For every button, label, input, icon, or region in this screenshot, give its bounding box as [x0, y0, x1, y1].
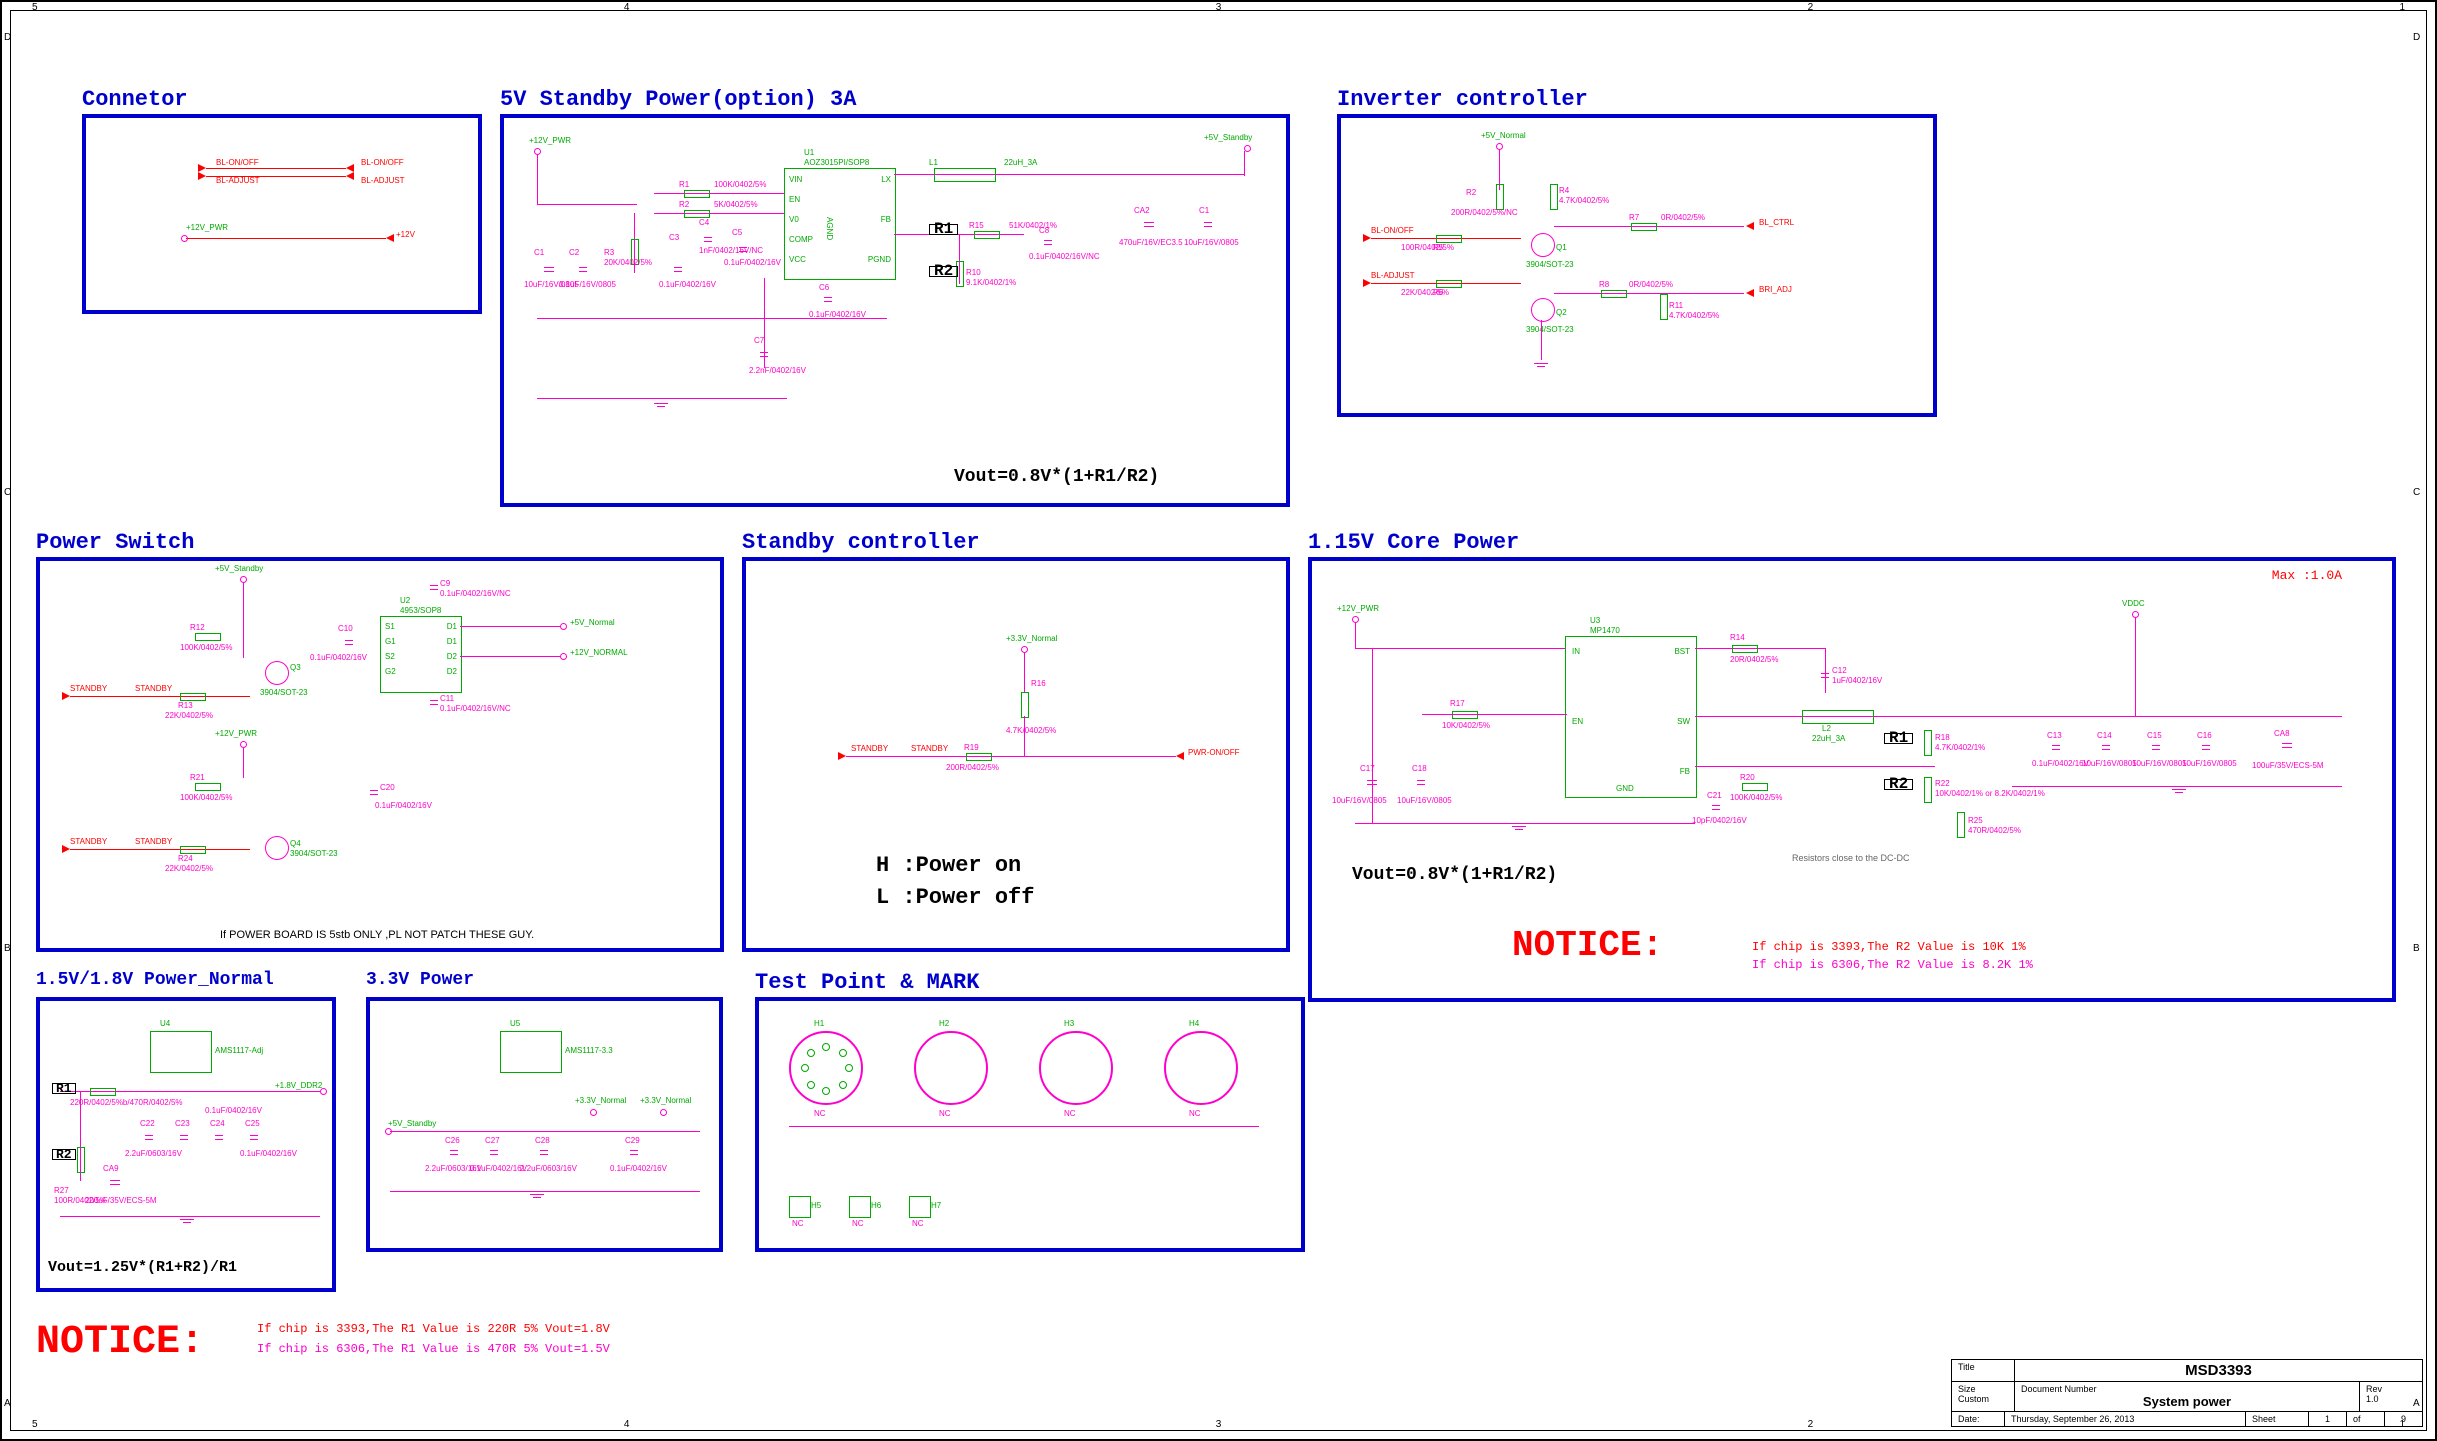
p1518-block: U4 AMS1117-Adj R1 220R/0402/5%b/470R/040…: [36, 997, 336, 1292]
standbyctrl-block: +3.3V_Normal R16 4.7K/0402/5% STANDBY ST…: [742, 557, 1290, 952]
ruler-right: DCBA: [2413, 32, 2433, 1409]
core-formula: Vout=0.8V*(1+R1/R2): [1352, 871, 1557, 880]
inverter-title: Inverter controller: [1337, 87, 1588, 112]
ruler-left: DCBA: [4, 32, 24, 1409]
standbyctrl-title: Standby controller: [742, 530, 980, 555]
aoz3015-chip: VIN EN V0 COMP LX FB VCC PGND AGND: [784, 168, 896, 280]
powerswitch-title: Power Switch: [36, 530, 194, 555]
pwr-12v-label: +12V_PWR: [186, 223, 228, 232]
core-notice-line2: If chip is 6306,The R2 Value is 8.2K 1%: [1752, 961, 2033, 970]
core-notice-label: NOTICE:: [1512, 941, 1663, 950]
p1518-formula: Vout=1.25V*(R1+R2)/R1: [48, 1263, 237, 1272]
core-title: 1.15V Core Power: [1308, 530, 1519, 555]
inverter-block: +5V_Normal R2 200R/0402/5%/NC R4 4.7K/04…: [1337, 114, 1937, 417]
connector-block: BL-ON/OFF BL-ADJUST BL-ON/OFF BL-ADJUST …: [82, 114, 482, 314]
powerswitch-block: +5V_Standby S1 G1 S2 G2 D1 D1 D2 D2 U2 4…: [36, 557, 724, 952]
schematic-sheet: 54321 54321 DCBA DCBA Connetor BL-ON/OFF…: [0, 0, 2437, 1441]
doc-title: MSD3393: [2015, 1360, 2422, 1381]
title-block: Title MSD3393 SizeCustom Document Number…: [1951, 1359, 2423, 1427]
u1-pn: AOZ3015PI/SOP8: [804, 158, 869, 167]
p33-title: 3.3V Power: [366, 970, 474, 990]
doc-date: Thursday, September 26, 2013: [2005, 1412, 2246, 1426]
footer-notice-label: NOTICE:: [36, 1320, 204, 1365]
power-off-label: L :Power off: [876, 893, 1034, 902]
footer-notice-line1: If chip is 3393,The R1 Value is 220R 5% …: [257, 1322, 610, 1336]
power-on-label: H :Power on: [876, 861, 1021, 870]
u1-ref: U1: [804, 148, 814, 157]
tp-block: H1 NC H2 NC H3 NC H4 NC H5 NC H6 NC H7 N…: [755, 997, 1305, 1252]
u2-chip: S1 G1 S2 G2 D1 D1 D2 D2: [380, 616, 462, 693]
in-rail: +12V_PWR: [529, 136, 571, 145]
ruler-top: 54321: [32, 2, 2405, 22]
connector-title: Connetor: [82, 87, 188, 112]
p1518-title: 1.5V/1.8V Power_Normal: [36, 970, 274, 990]
max-label: Max :1.0A: [2272, 571, 2342, 580]
standby5v-title: 5V Standby Power(option) 3A: [500, 87, 856, 112]
p33-block: U5 AMS1117-3.3 +3.3V_Normal +3.3V_Normal…: [366, 997, 723, 1252]
footer-notice-line2: If chip is 6306,The R1 Value is 470R 5% …: [257, 1342, 610, 1356]
r1-marker: R1: [929, 224, 958, 235]
tp-title: Test Point & MARK: [755, 970, 979, 995]
out-rail: +5V_Standby: [1204, 133, 1252, 142]
core-notice-line1: If chip is 3393,The R2 Value is 10K 1%: [1752, 943, 2026, 952]
powerswitch-note: If POWER BOARD IS 5stb ONLY ,PL NOT PATC…: [220, 931, 534, 940]
bl-adjust-label: BL-ADJUST: [216, 176, 260, 185]
r1-lbl: R1: [679, 180, 689, 189]
vout-formula: Vout=0.8V*(1+R1/R2): [954, 473, 1159, 482]
core-block: Max :1.0A +12V_PWR IN EN GND BST SW FB U…: [1308, 557, 2396, 1002]
standby5v-block: +12V_PWR VIN EN V0 COMP LX FB VCC PGND A…: [500, 114, 1290, 507]
bl-onoff-label: BL-ON/OFF: [216, 158, 259, 167]
doc-subtitle: System power: [2021, 1394, 2353, 1409]
u3-chip: IN EN GND BST SW FB: [1565, 636, 1697, 798]
r2-marker: R2: [929, 266, 958, 277]
